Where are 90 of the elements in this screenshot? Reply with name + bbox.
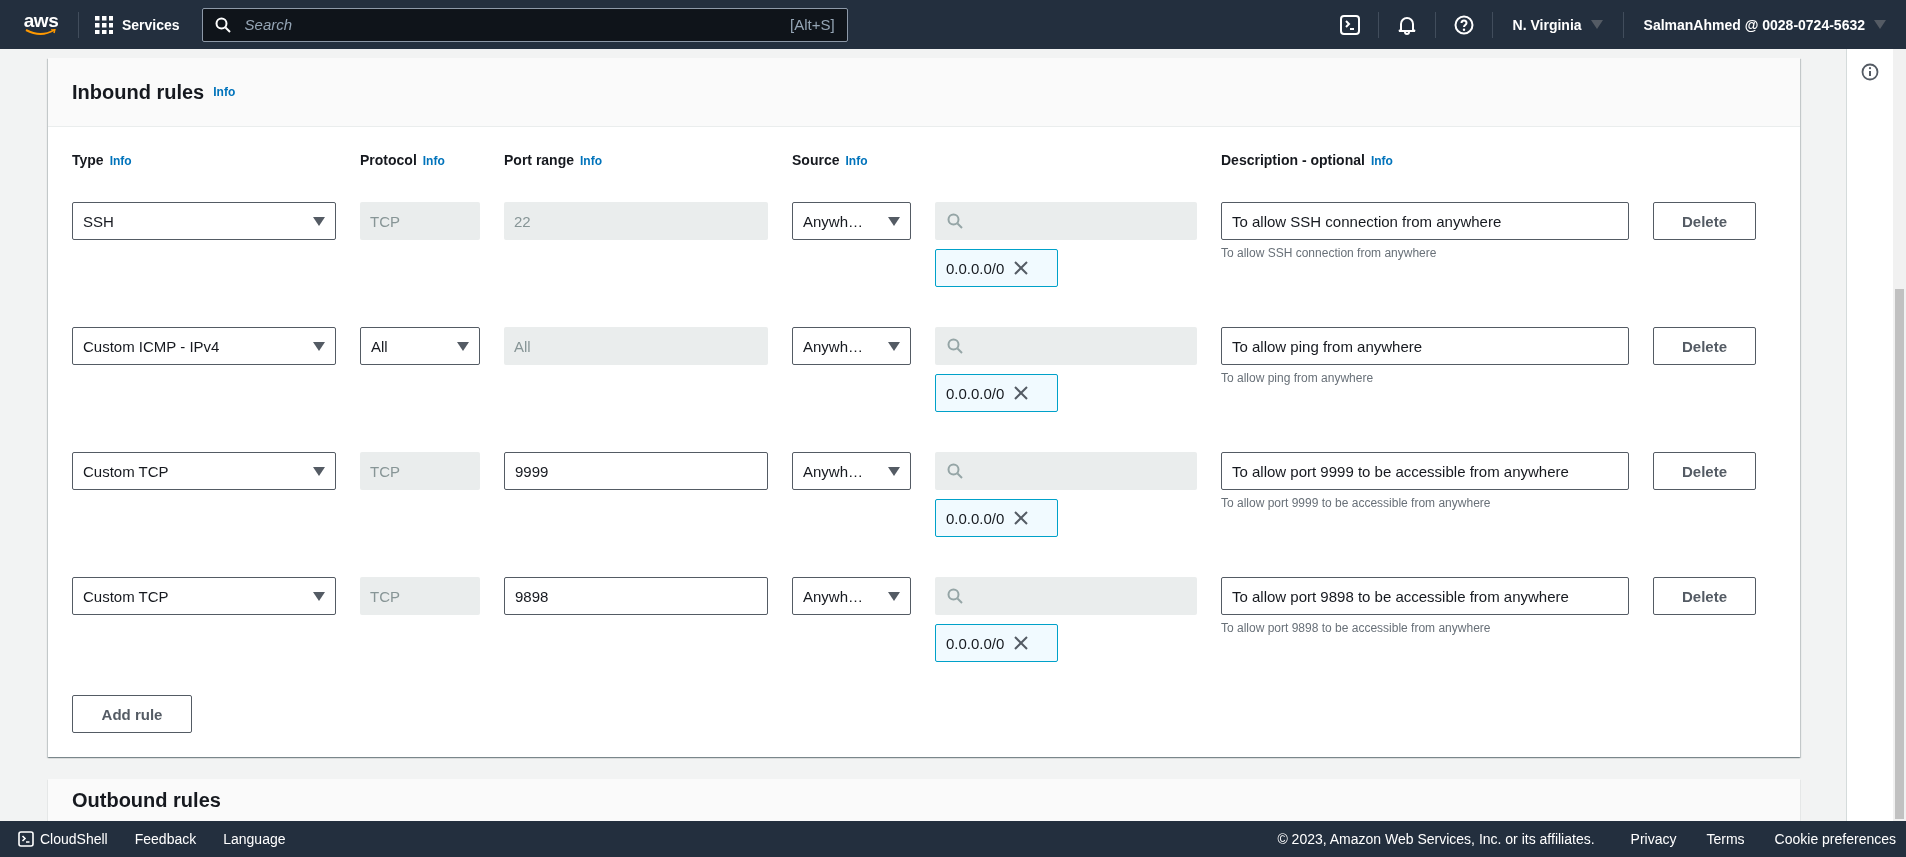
info-link[interactable]: Info <box>845 154 868 168</box>
caret-icon <box>888 466 900 476</box>
field-hint: To allow ping from anywhere <box>1221 371 1375 385</box>
region-menu[interactable]: N. Virginia <box>1492 11 1624 38</box>
description-field[interactable]: To allow SSH connection from anywhere <box>1221 202 1629 240</box>
port-range-field: All <box>504 327 768 365</box>
cidr-search-field[interactable] <box>935 327 1197 365</box>
caret-icon <box>313 466 325 476</box>
field-hint: To allow SSH connection from anywhere <box>1221 246 1438 260</box>
footer-link[interactable]: Terms <box>1706 831 1745 847</box>
caret-icon <box>888 341 900 351</box>
cidr-token: 0.0.0.0/0 <box>935 374 1058 412</box>
copyright-text: © 2023, Amazon Web Services, Inc. or its affiliates. <box>1277 831 1595 847</box>
type-select[interactable]: Custom TCP <box>72 452 336 490</box>
delete-button[interactable]: Delete <box>1653 577 1756 615</box>
close-icon[interactable] <box>1014 261 1029 275</box>
delete-button[interactable]: Delete <box>1653 452 1756 490</box>
delete-button[interactable]: Delete <box>1653 327 1756 365</box>
port-range-field: 22 <box>504 202 768 240</box>
protocol-field: TCP <box>360 452 480 490</box>
cidr-token: 0.0.0.0/0 <box>935 624 1058 662</box>
port-range-field[interactable]: 9898 <box>504 577 768 615</box>
port-range-field[interactable]: 9999 <box>504 452 768 490</box>
description-field[interactable]: To allow ping from anywhere <box>1221 327 1629 365</box>
column-header: Type <box>72 152 104 168</box>
field-hint: To allow port 9898 to be accessible from anywhere <box>1221 621 1492 635</box>
search-field[interactable]: Search [Alt+S] <box>201 7 848 42</box>
aws-logo[interactable]: aws <box>20 9 62 40</box>
column-header: Source <box>792 152 840 168</box>
add-rule-button[interactable]: Add rule <box>72 695 192 733</box>
bell-icon[interactable] <box>1396 14 1417 35</box>
field-hint: To allow port 9999 to be accessible from anywhere <box>1221 496 1492 510</box>
footer-link[interactable]: Privacy <box>1630 831 1677 847</box>
search-icon <box>947 463 963 479</box>
search-input[interactable]: Search <box>242 15 778 34</box>
account-menu[interactable]: SalmanAhmed @ 0028-0724-5632 <box>1623 11 1906 38</box>
caret-icon <box>313 341 325 351</box>
search-icon <box>947 588 963 604</box>
caret-icon <box>457 341 469 351</box>
grid-icon <box>95 15 113 34</box>
protocol-field: TCP <box>360 577 480 615</box>
caret-icon <box>313 216 325 226</box>
search-icon <box>214 16 231 33</box>
section-title: Inbound rules <box>72 80 205 104</box>
column-header: Description - optional <box>1221 152 1365 168</box>
cidr-search-field[interactable] <box>935 202 1197 240</box>
protocol-select[interactable]: All <box>360 327 480 365</box>
info-icon[interactable] <box>1861 63 1879 81</box>
type-select[interactable]: SSH <box>72 202 336 240</box>
column-header: Protocol <box>360 152 417 168</box>
source-select[interactable]: Anywh… <box>792 452 911 490</box>
caret-icon <box>888 591 900 601</box>
search-icon <box>947 213 963 229</box>
source-select[interactable]: Anywh… <box>792 202 911 240</box>
type-select[interactable]: Custom TCP <box>72 577 336 615</box>
column-header: Port range <box>504 152 574 168</box>
close-icon[interactable] <box>1014 386 1029 400</box>
services-menu[interactable]: Services <box>95 15 180 34</box>
close-icon[interactable] <box>1014 636 1029 650</box>
info-link[interactable]: Info <box>109 154 132 168</box>
info-link[interactable]: Info <box>1370 154 1393 168</box>
description-field[interactable]: To allow port 9898 to be accessible from anywhere <box>1221 577 1629 615</box>
shortcut-hint: [Alt+S] <box>790 16 835 33</box>
source-select[interactable]: Anywh… <box>792 327 911 365</box>
source-select[interactable]: Anywh… <box>792 577 911 615</box>
info-link[interactable]: Info <box>580 154 602 168</box>
help-icon[interactable] <box>1453 14 1474 35</box>
cidr-search-field[interactable] <box>935 452 1197 490</box>
info-link[interactable]: Info <box>213 85 236 99</box>
caret-icon <box>888 216 900 226</box>
section-title: Outbound rules <box>72 789 221 812</box>
caret-icon <box>1874 20 1886 29</box>
info-link[interactable]: Info <box>422 154 445 168</box>
footer-link[interactable]: Language <box>223 831 286 847</box>
cidr-token: 0.0.0.0/0 <box>935 249 1058 287</box>
delete-button[interactable]: Delete <box>1653 202 1756 240</box>
cidr-token: 0.0.0.0/0 <box>935 499 1058 537</box>
footer-link[interactable]: Feedback <box>134 831 197 847</box>
description-field[interactable]: To allow port 9999 to be accessible from anywhere <box>1221 452 1629 490</box>
terminal-icon[interactable] <box>1339 14 1360 35</box>
cidr-search-field[interactable] <box>935 577 1197 615</box>
terminal-icon <box>18 831 34 847</box>
footer-link[interactable]: CloudShell <box>18 831 108 847</box>
caret-icon <box>1590 20 1603 29</box>
protocol-field: TCP <box>360 202 480 240</box>
search-icon <box>947 338 963 354</box>
type-select[interactable]: Custom ICMP - IPv4 <box>72 327 336 365</box>
caret-icon <box>313 591 325 601</box>
footer-link[interactable]: Cookie preferences <box>1774 831 1896 847</box>
close-icon[interactable] <box>1014 511 1029 525</box>
